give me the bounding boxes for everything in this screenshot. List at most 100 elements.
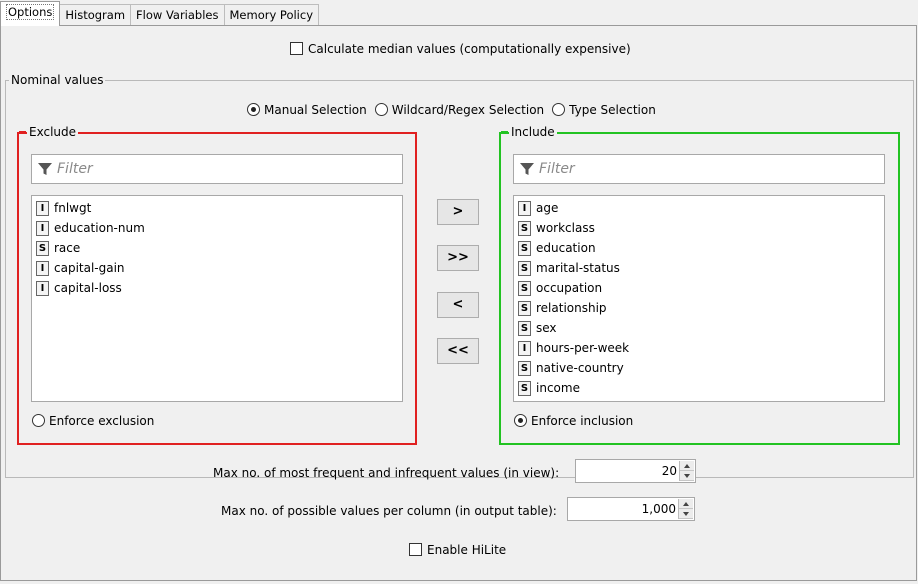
column-name: education-num xyxy=(54,221,145,235)
max-possible-value: 1,000 xyxy=(641,502,676,516)
list-item[interactable]: Icapital-gain xyxy=(32,258,402,278)
manual-selection-option[interactable]: Manual Selection xyxy=(247,103,367,117)
filter-icon xyxy=(520,163,534,175)
tab-memory-policy[interactable]: Memory Policy xyxy=(223,4,320,26)
exclude-filter-input[interactable]: Filter xyxy=(31,154,403,184)
column-name: education xyxy=(536,241,596,255)
exclude-filter-placeholder: Filter xyxy=(57,161,93,177)
add-all-button[interactable]: >> xyxy=(437,245,479,271)
manual-selection-radio[interactable] xyxy=(247,103,260,116)
int-type-icon: I xyxy=(36,220,49,236)
wildcard-selection-option[interactable]: Wildcard/Regex Selection xyxy=(374,103,545,117)
column-name: age xyxy=(536,201,559,215)
add-button[interactable]: > xyxy=(437,199,479,225)
median-label: Calculate median values (computationally… xyxy=(308,42,631,56)
type-selection-label: Type Selection xyxy=(569,103,656,117)
string-type-icon: S xyxy=(518,260,531,276)
list-item[interactable]: Seducation xyxy=(514,238,884,258)
enforce-inclusion-option[interactable]: Enforce inclusion xyxy=(514,414,633,428)
list-item[interactable]: Srace xyxy=(32,238,402,258)
list-item[interactable]: Soccupation xyxy=(514,278,884,298)
exclude-legend: Exclude xyxy=(18,125,79,139)
max-freq-spinner[interactable]: 20 xyxy=(575,459,696,483)
remove-all-button[interactable]: << xyxy=(437,338,479,364)
enforce-exclusion-label: Enforce exclusion xyxy=(49,414,155,428)
hilite-checkbox[interactable] xyxy=(409,543,422,556)
remove-button[interactable]: < xyxy=(437,292,479,318)
int-type-icon: I xyxy=(36,200,49,216)
wildcard-selection-label: Wildcard/Regex Selection xyxy=(391,103,545,117)
int-type-icon: I xyxy=(36,280,49,296)
include-legend: Include xyxy=(501,125,557,139)
tab-flow-variables[interactable]: Flow Variables xyxy=(130,4,225,26)
int-type-icon: I xyxy=(518,340,531,356)
max-freq-label: Max no. of most frequent and infrequent … xyxy=(213,466,560,480)
column-name: capital-loss xyxy=(54,281,122,295)
list-item[interactable]: Sworkclass xyxy=(514,218,884,238)
include-list[interactable]: Iage Sworkclass Seducation Smarital-stat… xyxy=(513,195,885,402)
median-checkbox[interactable] xyxy=(290,42,303,55)
int-type-icon: I xyxy=(36,260,49,276)
string-type-icon: S xyxy=(518,280,531,296)
tab-bar: Options Histogram Flow Variables Memory … xyxy=(0,0,320,26)
string-type-icon: S xyxy=(518,320,531,336)
list-item[interactable]: Sincome xyxy=(514,378,884,398)
column-name: occupation xyxy=(536,281,603,295)
column-name: race xyxy=(54,241,81,255)
string-type-icon: S xyxy=(36,240,49,256)
max-possible-spinner[interactable]: 1,000 xyxy=(567,497,695,521)
enforce-inclusion-radio[interactable] xyxy=(514,414,527,427)
tab-histogram[interactable]: Histogram xyxy=(59,4,132,26)
column-name: native-country xyxy=(536,361,624,375)
string-type-icon: S xyxy=(518,380,531,396)
string-type-icon: S xyxy=(518,220,531,236)
column-name: marital-status xyxy=(536,261,620,275)
max-freq-value: 20 xyxy=(661,464,677,478)
list-item[interactable]: Ihours-per-week xyxy=(514,338,884,358)
options-panel: Calculate median values (computationally… xyxy=(0,25,917,581)
string-type-icon: S xyxy=(518,300,531,316)
spinner-up-arrow-icon[interactable] xyxy=(679,499,693,509)
spinner-down-arrow-icon[interactable] xyxy=(680,471,694,481)
column-name: workclass xyxy=(536,221,595,235)
int-type-icon: I xyxy=(518,200,531,216)
enforce-exclusion-radio[interactable] xyxy=(32,414,45,427)
string-type-icon: S xyxy=(518,240,531,256)
hilite-label: Enable HiLite xyxy=(427,543,507,557)
column-name: capital-gain xyxy=(54,261,125,275)
string-type-icon: S xyxy=(518,360,531,376)
spinner-down-arrow-icon[interactable] xyxy=(679,509,693,519)
list-item[interactable]: Ssex xyxy=(514,318,884,338)
column-name: hours-per-week xyxy=(536,341,630,355)
include-filter-input[interactable]: Filter xyxy=(513,154,885,184)
list-item[interactable]: Snative-country xyxy=(514,358,884,378)
list-item[interactable]: Ieducation-num xyxy=(32,218,402,238)
filter-icon xyxy=(38,163,52,175)
enforce-exclusion-option[interactable]: Enforce exclusion xyxy=(32,414,154,428)
column-name: income xyxy=(536,381,580,395)
hilite-row[interactable]: Enable HiLite xyxy=(409,543,506,557)
tab-options[interactable]: Options xyxy=(0,1,61,26)
list-item[interactable]: Icapital-loss xyxy=(32,278,402,298)
list-item[interactable]: Iage xyxy=(514,198,884,218)
column-name: fnlwgt xyxy=(54,201,92,215)
list-item[interactable]: Srelationship xyxy=(514,298,884,318)
column-name: sex xyxy=(536,321,557,335)
selection-mode-group: Manual Selection Wildcard/Regex Selectio… xyxy=(247,103,656,117)
max-possible-label: Max no. of possible values per column (i… xyxy=(221,504,557,518)
spinner-arrows xyxy=(679,461,694,481)
list-item[interactable]: Smarital-status xyxy=(514,258,884,278)
type-selection-option[interactable]: Type Selection xyxy=(552,103,656,117)
spinner-arrows xyxy=(678,499,693,519)
manual-selection-label: Manual Selection xyxy=(264,103,367,117)
include-filter-placeholder: Filter xyxy=(539,161,575,177)
nominal-values-legend: Nominal values xyxy=(9,73,106,87)
tab-options-label: Options xyxy=(6,4,55,20)
wildcard-selection-radio[interactable] xyxy=(374,103,388,116)
median-checkbox-row[interactable]: Calculate median values (computationally… xyxy=(290,42,631,56)
enforce-inclusion-label: Enforce inclusion xyxy=(531,414,634,428)
list-item[interactable]: Ifnlwgt xyxy=(32,198,402,218)
spinner-up-arrow-icon[interactable] xyxy=(680,461,694,471)
type-selection-radio[interactable] xyxy=(552,103,566,116)
exclude-list[interactable]: Ifnlwgt Ieducation-num Srace Icapital-ga… xyxy=(31,195,403,402)
